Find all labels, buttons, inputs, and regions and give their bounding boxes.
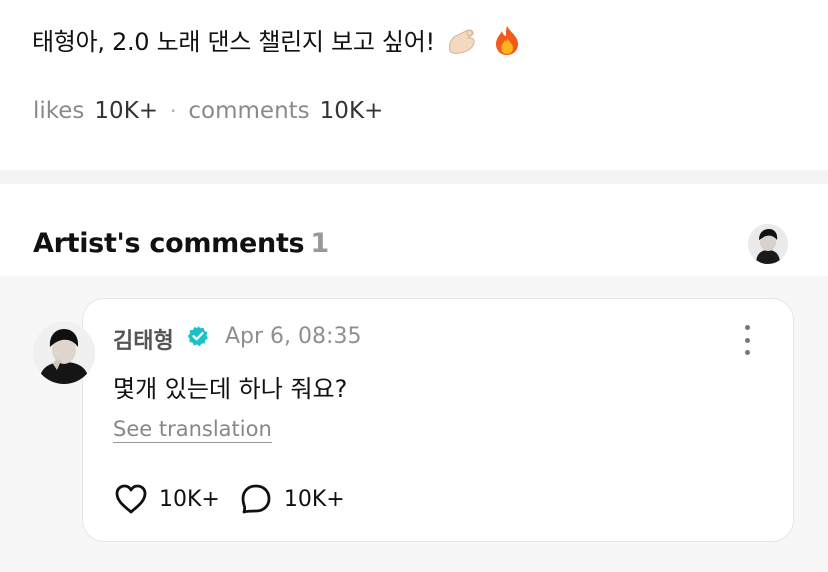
like-count: 10K+ [159,486,220,512]
section-title: Artist's comments 1 [33,228,329,259]
likes-count[interactable]: 10K+ [94,98,158,124]
comment-card: 김태형 Apr 6, 08:35 몇개 있는데 하나 줘요? See trans… [82,298,794,542]
section-divider [0,170,828,184]
comment-actions: 10K+ 10K+ [113,481,363,517]
pinching-hand-icon [446,25,480,61]
post-text: 태형아, 2.0 노래 댄스 챌린지 보고 싶어! [32,22,522,62]
comments-label: comments [188,98,310,124]
see-translation-link[interactable]: See translation [113,417,272,444]
section-count: 1 [310,228,329,259]
more-options-icon[interactable] [735,323,759,357]
stats-separator: · [170,99,177,123]
comment-author[interactable]: 김태형 [113,323,174,355]
comment-body: 몇개 있는데 하나 줘요? [113,375,348,403]
comments-count[interactable]: 10K+ [320,98,384,124]
post-body: 태형아, 2.0 노래 댄스 챌린지 보고 싶어! [32,28,435,56]
verified-badge-icon [187,325,209,347]
comment-timestamp: Apr 6, 08:35 [225,324,362,349]
artist-avatar-small[interactable] [748,224,788,264]
likes-label: likes [33,98,85,124]
reply-bubble-icon[interactable] [238,481,274,517]
reply-count: 10K+ [283,486,345,512]
heart-icon[interactable] [113,481,149,517]
section-heading: Artist's comments [33,228,305,259]
fire-icon [492,24,522,62]
artist-avatar[interactable] [33,322,95,384]
post-stats: likes 10K+ · comments 10K+ [33,98,383,124]
